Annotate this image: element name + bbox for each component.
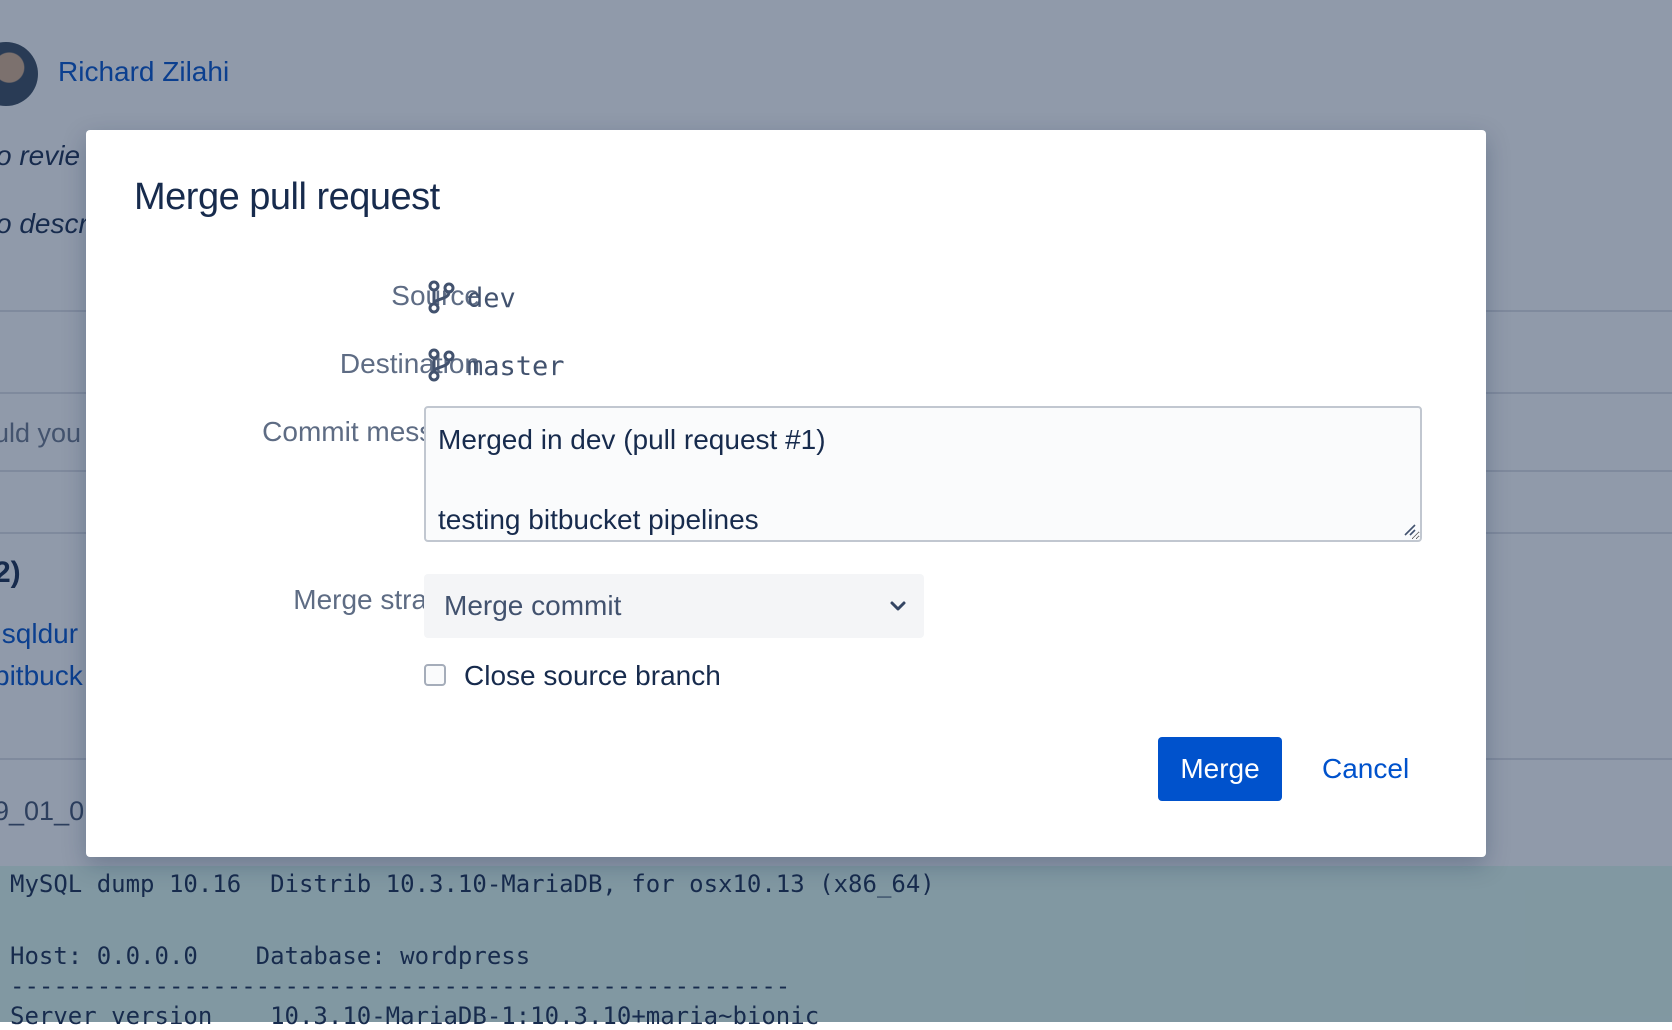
merge-button[interactable]: Merge [1158,737,1282,801]
commit-message-textarea[interactable]: Merged in dev (pull request #1) testing … [424,406,1422,542]
commit-line: testing bitbucket pipelines [438,504,759,535]
close-source-branch-checkbox[interactable] [424,664,446,686]
branch-icon [428,348,455,382]
commit-line [438,460,1408,500]
merge-strategy-select[interactable]: Merge commit [424,574,924,638]
destination-branch: master [467,351,565,382]
merge-strategy-value: Merge commit [444,590,622,621]
chevron-down-icon [890,601,906,611]
commit-line: Merged in dev (pull request #1) [438,424,826,455]
merge-dialog: Merge pull request Source dev Destinatio… [86,130,1486,857]
close-source-branch-label[interactable]: Close source branch [464,660,721,692]
destination-label: Destination [339,348,480,379]
cancel-button[interactable]: Cancel [1308,737,1423,801]
branch-icon [428,280,455,314]
source-branch: dev [467,283,516,314]
resize-handle-icon[interactable] [1402,522,1416,536]
dialog-title: Merge pull request [134,176,440,218]
